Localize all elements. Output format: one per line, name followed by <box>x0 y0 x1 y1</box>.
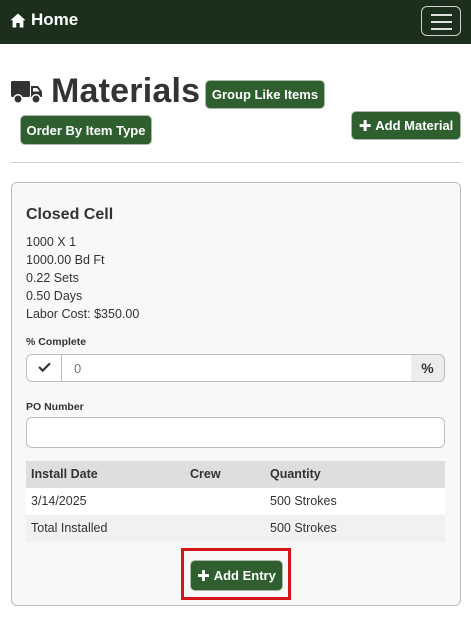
total-label-cell: Total Installed <box>31 521 108 535</box>
add-material-label: Add Material <box>375 118 454 133</box>
header-divider <box>11 162 461 163</box>
po-number-label: PO Number <box>26 401 84 413</box>
truck-icon <box>11 79 43 105</box>
total-quantity-cell: 500 Strokes <box>270 521 337 535</box>
table-row[interactable]: 3/14/2025 500 Strokes <box>26 488 445 515</box>
group-like-items-label: Group Like Items <box>211 87 319 102</box>
order-by-item-type-label: Order By Item Type <box>26 122 146 138</box>
hamburger-menu-button[interactable] <box>421 6 461 36</box>
add-material-button[interactable]: ✚ Add Material <box>351 111 461 140</box>
add-entry-label: Add Entry <box>213 568 276 583</box>
table-header: Install Date Crew Quantity <box>26 461 445 488</box>
material-card: Closed Cell 1000 X 1 1000.00 Bd Ft 0.22 … <box>11 182 461 606</box>
group-like-items-button[interactable]: Group Like Items <box>205 80 325 109</box>
column-quantity: Quantity <box>270 467 321 481</box>
home-link[interactable]: Home <box>10 10 78 30</box>
install-date-cell: 3/14/2025 <box>31 494 87 508</box>
plus-icon: ✚ <box>358 117 372 135</box>
material-name: Closed Cell <box>26 206 114 223</box>
column-install-date: Install Date <box>31 467 98 481</box>
percent-complete-label: % Complete <box>26 336 87 348</box>
home-label: Home <box>31 10 79 29</box>
hamburger-menu-icon <box>431 14 452 16</box>
material-days: 0.50 Days <box>26 289 83 303</box>
percent-complete-input[interactable]: 0 <box>61 354 412 382</box>
order-by-item-type-button[interactable]: Order By Item Type <box>20 115 152 145</box>
column-crew: Crew <box>190 467 221 481</box>
check-icon <box>38 359 51 377</box>
total-row: Total Installed 500 Strokes <box>26 515 445 542</box>
material-dimensions: 1000 X 1 <box>26 235 77 249</box>
confirm-percent-button[interactable] <box>26 354 62 382</box>
plus-icon: ✚ <box>197 567 210 585</box>
add-entry-button[interactable]: ✚ Add Entry <box>190 560 283 591</box>
material-sets: 0.22 Sets <box>26 271 79 285</box>
material-labor-cost: Labor Cost: $350.00 <box>26 307 140 321</box>
top-navbar: Home <box>0 0 471 44</box>
home-icon <box>10 13 26 28</box>
po-number-input[interactable] <box>26 417 445 448</box>
percent-suffix: % <box>411 354 445 382</box>
page-title: Materials <box>51 72 201 110</box>
install-table: Install Date Crew Quantity 3/14/2025 500… <box>26 461 445 542</box>
material-board-feet: 1000.00 Bd Ft <box>26 253 105 267</box>
quantity-cell: 500 Strokes <box>270 494 337 508</box>
